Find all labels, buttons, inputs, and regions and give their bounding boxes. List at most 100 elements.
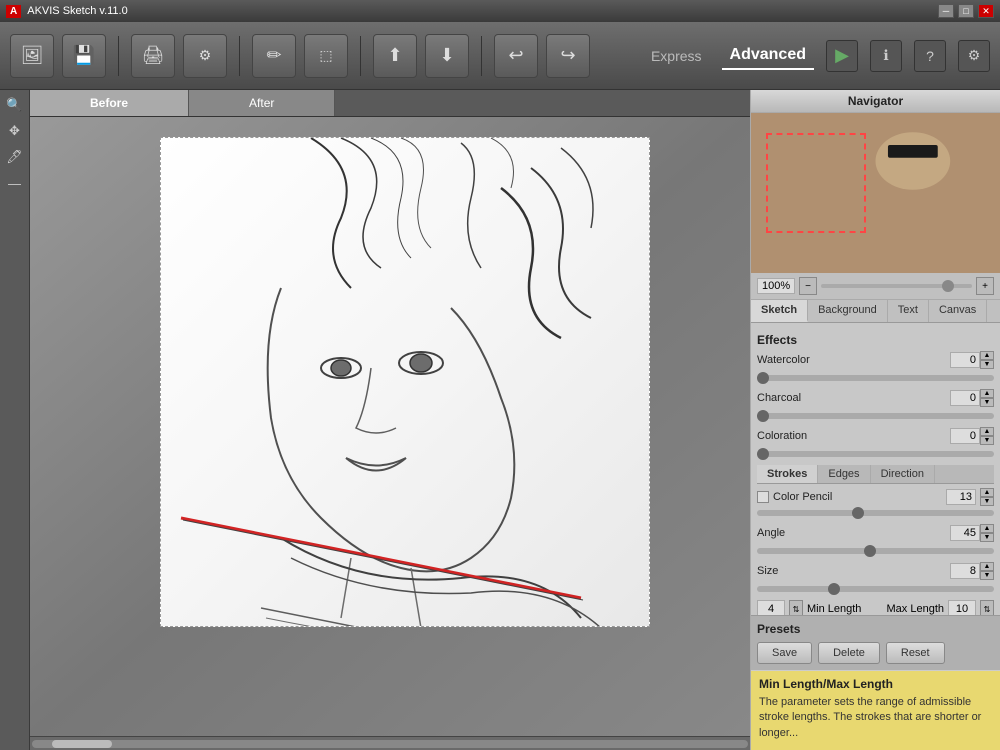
size-spinner: ▲ ▼ [980,562,994,580]
delete-preset-button[interactable]: Delete [818,642,880,664]
help-title: Min Length/Max Length [759,677,992,691]
zoom-in-button[interactable]: + [976,277,994,295]
watercolor-slider[interactable] [757,375,994,381]
brush-icon[interactable]: ✏ [252,34,296,78]
presets-section: Presets Save Delete Reset [751,615,1000,670]
min-length-spinner[interactable]: ⇅ [789,600,803,615]
coloration-slider-row [757,451,994,457]
settings-panel: Effects Watercolor 0 ▲ ▼ Charcoal 0 [751,323,1000,615]
size-spin-down[interactable]: ▼ [980,571,994,580]
save-icon[interactable]: 💾 [62,34,106,78]
watercolor-spin-down[interactable]: ▼ [980,360,994,369]
color-pencil-slider[interactable] [757,510,994,516]
presets-title: Presets [757,622,994,636]
color-pencil-spin-up[interactable]: ▲ [980,488,994,497]
titlebar: A AKVIS Sketch v.11.0 ─ □ ✕ [0,0,1000,22]
coloration-slider[interactable] [757,451,994,457]
max-length-spinner[interactable]: ⇅ [980,600,994,615]
save-preset-button[interactable]: Save [757,642,812,664]
charcoal-spin-up[interactable]: ▲ [980,389,994,398]
angle-label: Angle [757,527,950,539]
tab-sketch[interactable]: Sketch [751,300,808,322]
color-pencil-spin-down[interactable]: ▼ [980,497,994,506]
paint-tool[interactable]: 🖊 [4,146,26,168]
angle-spin-down[interactable]: ▼ [980,533,994,542]
selection-icon[interactable]: ⬚ [304,34,348,78]
right-panel: Navigator 100% − + [750,90,1000,750]
settings2-button[interactable]: ⚙ [958,40,990,72]
tab-direction[interactable]: Direction [871,465,935,483]
tab-canvas[interactable]: Canvas [929,300,987,322]
help-section: Min Length/Max Length The parameter sets… [751,670,1000,750]
settings-icon[interactable]: ⚙ [183,34,227,78]
size-spin-up[interactable]: ▲ [980,562,994,571]
tab-text[interactable]: Text [888,300,929,322]
charcoal-value[interactable]: 0 [950,390,980,406]
tab-after[interactable]: After [189,90,335,116]
watercolor-row: Watercolor 0 ▲ ▼ [757,351,994,369]
upload-icon[interactable]: ⬆ [373,34,417,78]
download-icon[interactable]: ⬇ [425,34,469,78]
coloration-row: Coloration 0 ▲ ▼ [757,427,994,445]
reset-preset-button[interactable]: Reset [886,642,945,664]
zoom-slider[interactable] [821,284,972,288]
zoom-value[interactable]: 100% [757,278,795,294]
charcoal-thumb [757,410,769,422]
angle-slider[interactable] [757,548,994,554]
presets-buttons: Save Delete Reset [757,642,994,664]
angle-row: Angle 45 ▲ ▼ [757,524,994,542]
watercolor-value[interactable]: 0 [950,352,980,368]
angle-value[interactable]: 45 [950,525,980,541]
tab-strokes[interactable]: Strokes [757,465,818,483]
toolbar: 🖼 💾 🖨 ⚙ ✏ ⬚ ⬆ ⬇ ↩ ↪ Express Advanced ▶ ℹ… [0,22,1000,90]
tab-background[interactable]: Background [808,300,888,322]
zoom-tool[interactable]: 🔍 [4,94,26,116]
color-pencil-checkbox[interactable] [757,491,769,503]
pan-tool[interactable]: ✥ [4,120,26,142]
print-icon[interactable]: 🖨 [131,34,175,78]
redo-icon[interactable]: ↪ [546,34,590,78]
eraser-tool[interactable]: — [4,172,26,194]
tab-express[interactable]: Express [643,44,710,68]
min-length-label: Min Length [807,603,874,615]
size-value[interactable]: 8 [950,563,980,579]
minimize-button[interactable]: ─ [938,4,954,18]
titlebar-controls: ─ □ ✕ [938,4,994,18]
coloration-spin-down[interactable]: ▼ [980,436,994,445]
tab-before[interactable]: Before [30,90,189,116]
main-area: 🔍 ✥ 🖊 — Before After [0,90,1000,750]
color-pencil-label: Color Pencil [773,491,942,503]
coloration-value[interactable]: 0 [950,428,980,444]
size-row: Size 8 ▲ ▼ [757,562,994,580]
maximize-button[interactable]: □ [958,4,974,18]
size-slider[interactable] [757,586,994,592]
toolbar-separator-1 [118,36,119,76]
color-pencil-value[interactable]: 13 [946,489,976,505]
coloration-label: Coloration [757,430,950,442]
scrollbar-thumb[interactable] [52,740,112,748]
charcoal-spin-down[interactable]: ▼ [980,398,994,407]
coloration-spin-up[interactable]: ▲ [980,427,994,436]
help-button[interactable]: ? [914,40,946,72]
tab-edges[interactable]: Edges [818,465,870,483]
undo-icon[interactable]: ↩ [494,34,538,78]
tab-advanced[interactable]: Advanced [722,42,814,70]
horizontal-scrollbar[interactable] [30,736,750,750]
charcoal-slider[interactable] [757,413,994,419]
open-icon[interactable]: 🖼 [10,34,54,78]
run-button[interactable]: ▶ [826,40,858,72]
size-thumb [828,583,840,595]
size-label: Size [757,565,950,577]
angle-spin-up[interactable]: ▲ [980,524,994,533]
sketch-tabs: Sketch Background Text Canvas [751,300,1000,323]
zoom-out-button[interactable]: − [799,277,817,295]
info-button[interactable]: ℹ [870,40,902,72]
color-pencil-spinner: ▲ ▼ [980,488,994,506]
canvas-content[interactable] [30,117,750,736]
watercolor-spinner: ▲ ▼ [980,351,994,369]
close-button[interactable]: ✕ [978,4,994,18]
charcoal-spinner: ▲ ▼ [980,389,994,407]
max-length-value[interactable]: 10 [948,600,976,615]
watercolor-spin-up[interactable]: ▲ [980,351,994,360]
min-length-value[interactable]: 4 [757,600,785,615]
